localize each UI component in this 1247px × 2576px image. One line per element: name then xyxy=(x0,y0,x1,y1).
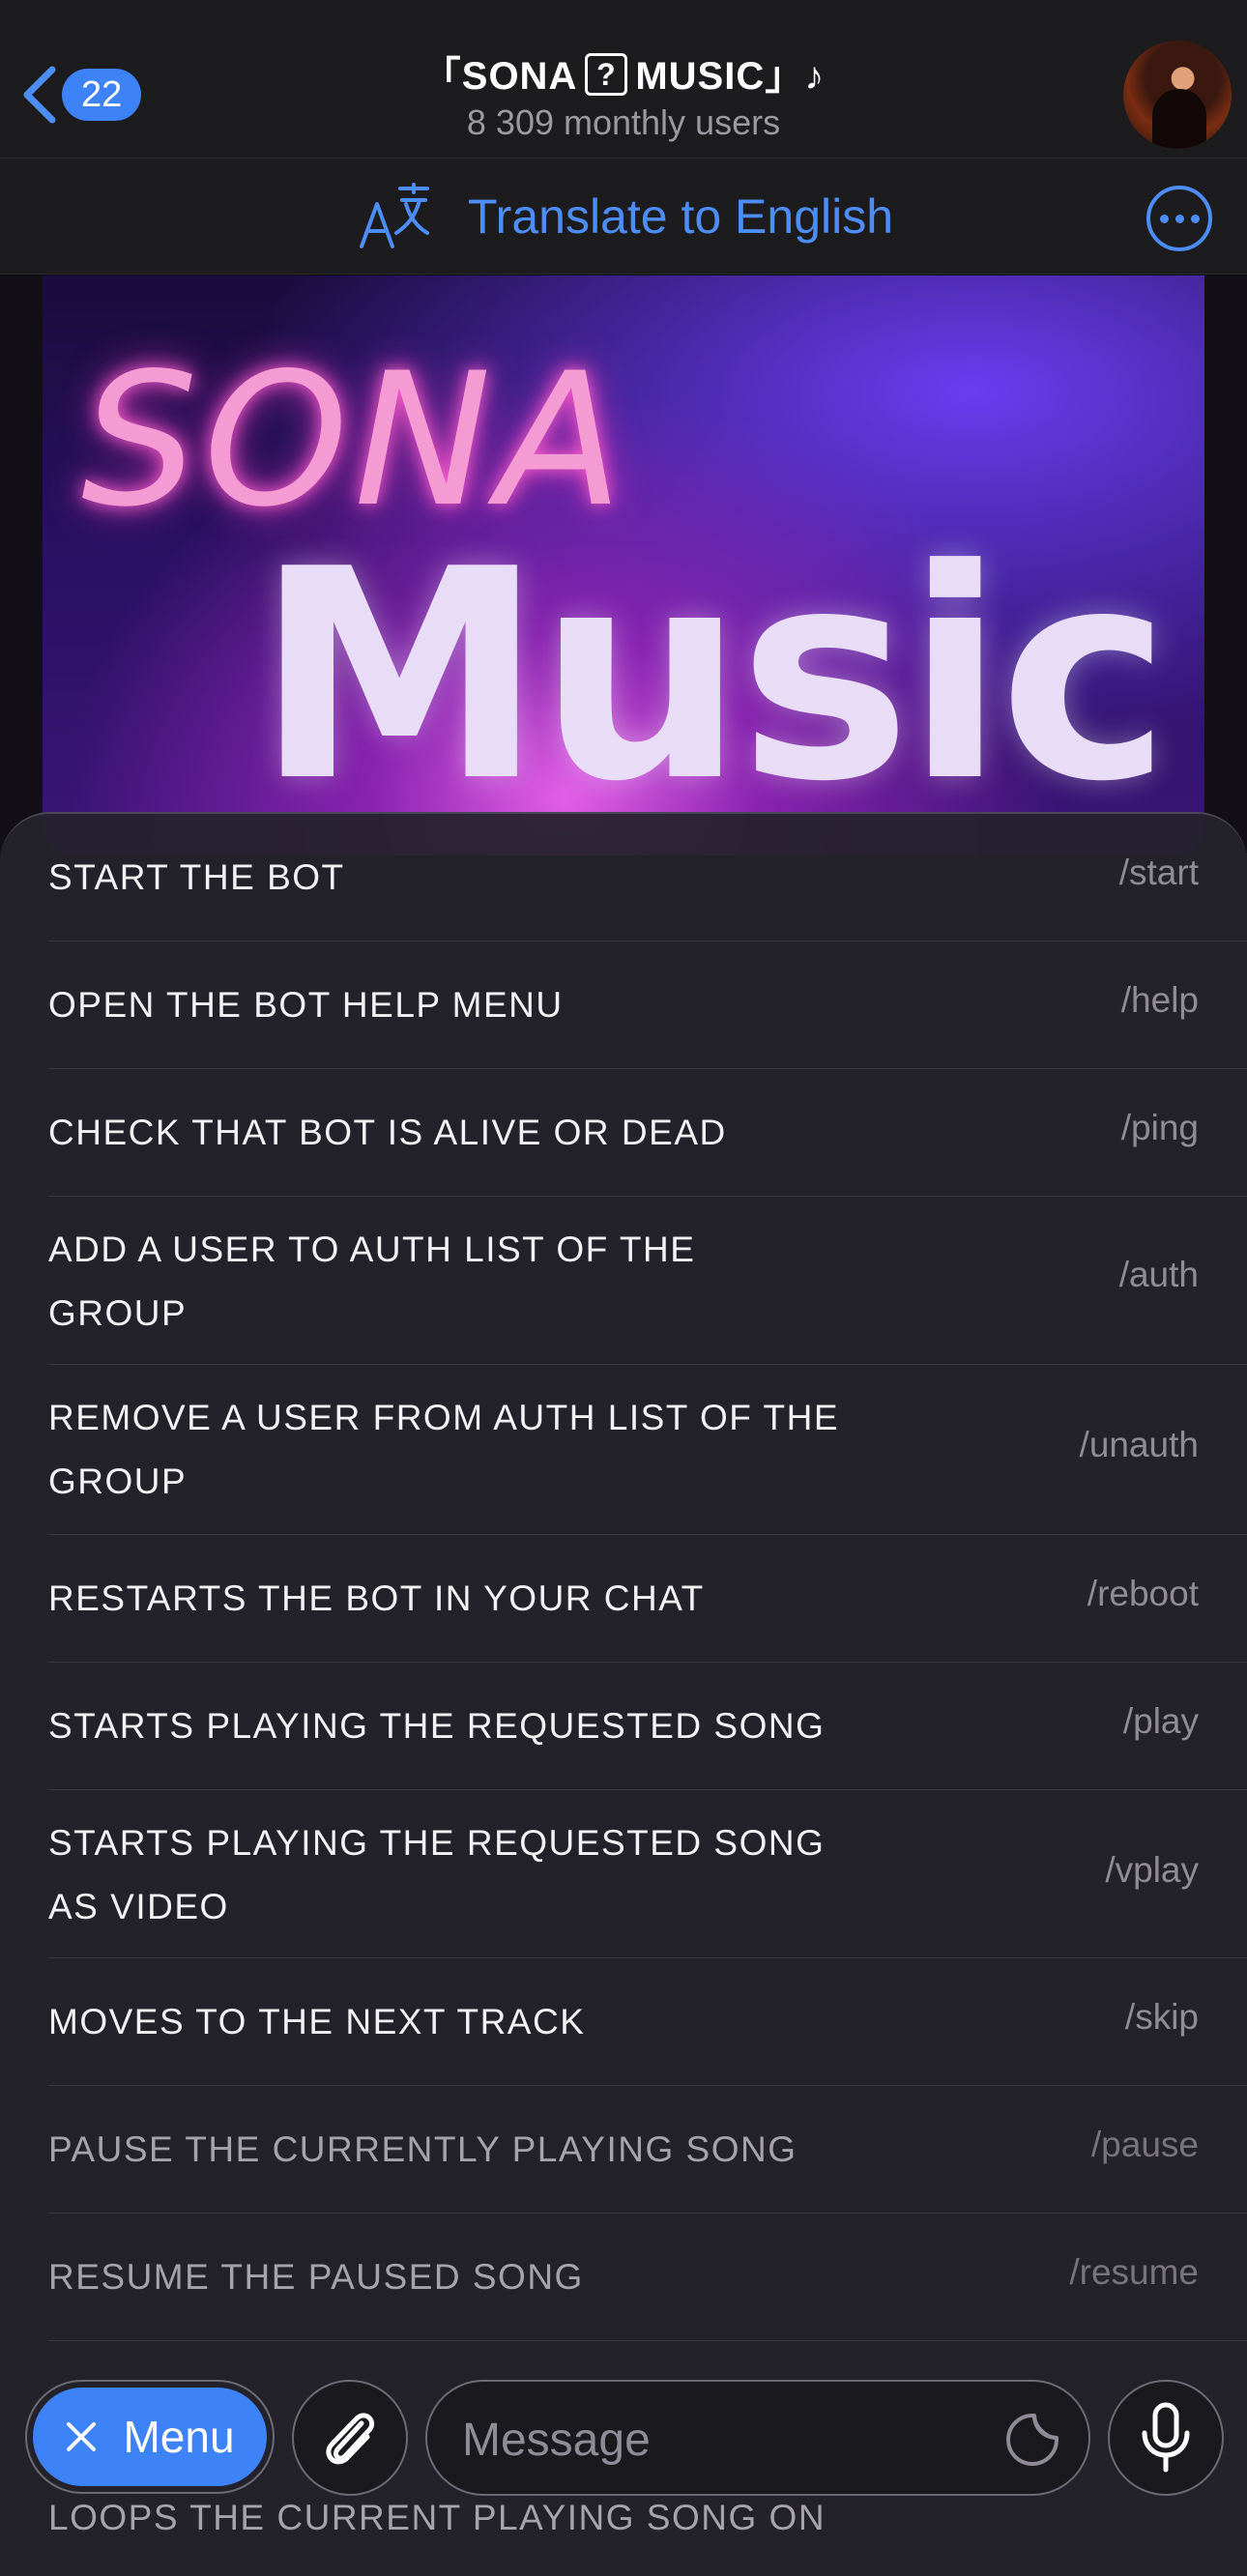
command-name: /vplay xyxy=(1105,1850,1199,1890)
message-input[interactable] xyxy=(462,2411,965,2469)
command-item-pause[interactable]: PAUSE THE CURRENTLY PLAYING SONG /pause xyxy=(48,2086,1247,2214)
menu-label: Menu xyxy=(123,2412,235,2462)
command-name: /auth xyxy=(1118,1255,1199,1294)
command-name: /skip xyxy=(1124,1997,1199,2037)
close-icon xyxy=(67,2422,97,2451)
command-description: OPEN THE BOT HELP MENU xyxy=(48,985,564,1025)
banner-music-text: Music xyxy=(255,507,1171,845)
command-name: /ping xyxy=(1120,1108,1199,1147)
microphone-icon xyxy=(1142,2402,1190,2473)
back-button[interactable]: 22 xyxy=(19,64,142,126)
translate-button[interactable]: Translate to English xyxy=(358,183,894,248)
bot-command-menu: START THE BOT /start OPEN THE BOT HELP M… xyxy=(0,812,1247,2576)
paperclip-icon xyxy=(326,2413,375,2465)
command-item-play[interactable]: STARTS PLAYING THE REQUESTED SONG /play xyxy=(48,1663,1247,1790)
command-description: START THE BOT xyxy=(48,857,345,897)
command-description: STARTS PLAYING THE REQUESTED SONG AS VID… xyxy=(48,1823,826,1926)
translate-label: Translate to English xyxy=(468,189,894,244)
command-description: ADD A USER TO AUTH LIST OF THE GROUP xyxy=(48,1230,696,1333)
translate-bar: Translate to English xyxy=(0,159,1247,275)
command-name: /reboot xyxy=(1087,1574,1199,1613)
chat-subtitle: 8 309 monthly users xyxy=(466,102,781,142)
command-description: MOVES TO THE NEXT TRACK xyxy=(48,2002,586,2041)
more-dot-icon xyxy=(1159,214,1169,223)
command-name: /help xyxy=(1120,980,1199,1020)
microphone-button[interactable] xyxy=(1108,2380,1224,2496)
missing-glyph-icon: ? xyxy=(585,53,628,96)
command-name: /unauth xyxy=(1079,1425,1199,1464)
command-item-vplay[interactable]: STARTS PLAYING THE REQUESTED SONG AS VID… xyxy=(48,1790,1247,1958)
more-options-button[interactable] xyxy=(1146,186,1212,251)
sticker-icon[interactable] xyxy=(1003,2411,1061,2469)
more-dot-icon xyxy=(1190,214,1200,223)
message-field xyxy=(425,2380,1090,2496)
command-item-help[interactable]: OPEN THE BOT HELP MENU /help xyxy=(48,941,1247,1069)
command-description: PAUSE THE CURRENTLY PLAYING SONG xyxy=(48,2129,798,2169)
translate-icon xyxy=(360,183,429,248)
chat-title[interactable]: 「SONA? MUSIC」♪ xyxy=(309,44,938,101)
unread-count-badge: 22 xyxy=(62,69,142,121)
sona-music-banner-image[interactable]: SONA Music xyxy=(43,275,1204,855)
command-item-unauth[interactable]: REMOVE A USER FROM AUTH LIST OF THE GROU… xyxy=(48,1365,1247,1535)
command-item-auth[interactable]: ADD A USER TO AUTH LIST OF THE GROUP /au… xyxy=(48,1197,1247,1365)
command-name: /resume xyxy=(1069,2252,1199,2292)
command-description: RESUME THE PAUSED SONG xyxy=(48,2257,584,2297)
command-description: REMOVE A USER FROM AUTH LIST OF THE GROU… xyxy=(48,1398,839,1501)
avatar[interactable] xyxy=(1123,41,1232,149)
command-item-reboot[interactable]: RESTARTS THE BOT IN YOUR CHAT /reboot xyxy=(48,1535,1247,1663)
command-item-resume[interactable]: RESUME THE PAUSED SONG /resume xyxy=(48,2214,1247,2341)
command-description: RESTARTS THE BOT IN YOUR CHAT xyxy=(48,1578,705,1618)
title-right: MUSIC」♪ xyxy=(635,55,826,98)
menu-button[interactable]: Menu xyxy=(25,2380,275,2494)
command-description: STARTS PLAYING THE REQUESTED SONG xyxy=(48,1706,826,1746)
command-item-start[interactable]: START THE BOT /start xyxy=(48,814,1247,941)
command-name: /pause xyxy=(1090,2125,1199,2164)
command-item-ping[interactable]: CHECK THAT BOT IS ALIVE OR DEAD /ping xyxy=(48,1069,1247,1197)
command-name: /start xyxy=(1118,853,1199,892)
title-left: 「SONA xyxy=(421,55,578,98)
chat-header: 22 「SONA? MUSIC」♪ 8 309 monthly users xyxy=(0,0,1247,159)
attach-button[interactable] xyxy=(292,2380,408,2496)
command-item-skip[interactable]: MOVES TO THE NEXT TRACK /skip xyxy=(48,1958,1247,2086)
more-dot-icon xyxy=(1174,214,1184,223)
command-description: CHECK THAT BOT IS ALIVE OR DEAD xyxy=(48,1113,727,1152)
command-name: /play xyxy=(1122,1701,1199,1741)
chevron-left-icon xyxy=(23,66,56,124)
